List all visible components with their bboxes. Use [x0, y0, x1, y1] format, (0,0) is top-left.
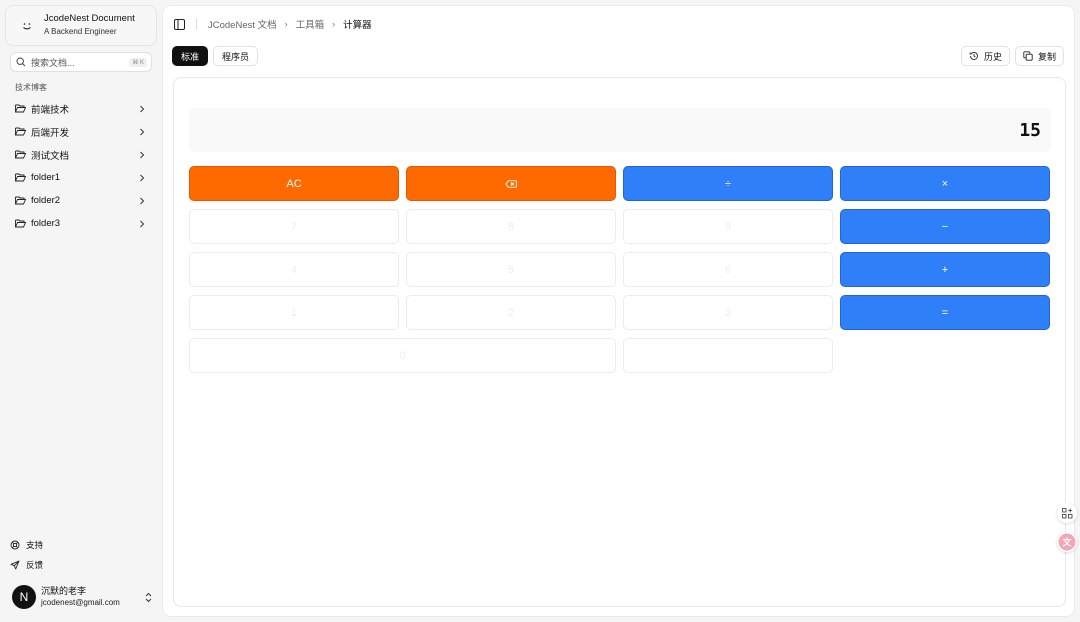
search-input[interactable]: 搜索文档... ⌘ K: [10, 52, 152, 72]
key-eight[interactable]: 8: [406, 209, 616, 244]
qr-grid-icon: [1061, 507, 1072, 518]
sidebar-item-label: 测试文档: [31, 150, 70, 162]
history-icon: [969, 52, 978, 60]
copy-icon: [1023, 51, 1033, 61]
sidebar-item-label: folder3: [31, 218, 61, 229]
tab-standard[interactable]: 标准: [172, 46, 209, 66]
sidebar-item-folder1[interactable]: folder1: [5, 166, 157, 189]
qr-widget-button[interactable]: [1057, 503, 1077, 523]
chevron-right-icon: [140, 220, 145, 227]
tab-programmer[interactable]: 程序员: [213, 46, 259, 66]
key-four[interactable]: 4: [189, 252, 399, 287]
folder-open-icon: [15, 173, 26, 182]
feedback-label: 反馈: [26, 560, 44, 570]
translate-icon: 文: [1058, 533, 1076, 551]
sidebar-item-label: folder1: [31, 172, 61, 183]
action-buttons: 历史 复制: [956, 46, 1064, 66]
user-email: jcodenest@gmail.com: [41, 598, 120, 607]
avatar: N: [12, 585, 36, 609]
breadcrumb-current: 计算器: [343, 20, 372, 31]
key-nine[interactable]: 9: [623, 209, 833, 244]
key-six[interactable]: 6: [623, 252, 833, 287]
backspace-icon: [505, 179, 517, 188]
chevron-right-icon: [140, 197, 145, 204]
sidebar-footer: 支持 反馈: [10, 535, 43, 575]
chevron-right-icon: [140, 128, 145, 135]
chevron-right-icon: [140, 174, 145, 181]
key-minus[interactable]: −: [840, 209, 1050, 244]
sidebar-item-label: 后端开发: [31, 127, 70, 139]
key-divide[interactable]: ÷: [623, 166, 833, 201]
translate-widget-button[interactable]: 文: [1057, 532, 1077, 552]
chevron-up-down-icon: [145, 592, 152, 602]
copy-label: 复制: [1037, 51, 1056, 62]
support-link[interactable]: 支持: [10, 535, 43, 555]
key-backspace[interactable]: [406, 166, 616, 201]
search-placeholder: 搜索文档...: [31, 57, 75, 68]
sidebar-item-folder2[interactable]: folder2: [5, 189, 157, 212]
breadcrumb-separator: ›: [332, 19, 336, 29]
copy-button[interactable]: 复制: [1014, 46, 1064, 66]
history-button[interactable]: 历史: [960, 46, 1010, 66]
main-panel: JCodeNest 文档 › 工具箱 › 计算器 标准 程序员 历史 复制 15…: [162, 5, 1075, 617]
search-shortcut: ⌘ K: [129, 57, 147, 67]
key-multiply[interactable]: ×: [840, 166, 1050, 201]
key-equals[interactable]: =: [840, 295, 1050, 330]
support-label: 支持: [26, 540, 44, 550]
brand-card[interactable]: JcodeNest Document A Backend Engineer: [5, 5, 157, 46]
sidebar-item-label: folder2: [31, 195, 61, 206]
lifebuoy-icon: [10, 540, 20, 550]
feedback-link[interactable]: 反馈: [10, 555, 43, 575]
user-name: 沉默的老李: [41, 586, 87, 596]
mode-tabs: 标准 程序员: [172, 46, 263, 66]
key-zero[interactable]: 0: [189, 338, 616, 373]
topbar-divider: [196, 18, 197, 30]
chevron-right-icon: [140, 151, 145, 158]
sidebar-item-frontend[interactable]: 前端技术: [5, 97, 157, 120]
breadcrumb-root[interactable]: JCodeNest 文档: [208, 17, 277, 31]
folder-open-icon: [15, 219, 26, 228]
key-two[interactable]: 2: [406, 295, 616, 330]
folder-open-icon: [15, 104, 26, 113]
key-seven[interactable]: 7: [189, 209, 399, 244]
breadcrumb-parent[interactable]: 工具箱: [296, 17, 325, 31]
history-label: 历史: [983, 51, 1002, 62]
sidebar: JcodeNest Document A Backend Engineer 搜索…: [0, 0, 162, 622]
sidebar-nav: 前端技术 后端开发 测试文档 folder1 folder2 folder3: [5, 97, 157, 235]
section-label: 技术博客: [15, 83, 47, 92]
folder-open-icon: [15, 196, 26, 205]
key-five[interactable]: 5: [406, 252, 616, 287]
svg-text:文: 文: [1061, 537, 1072, 549]
sidebar-item-backend[interactable]: 后端开发: [5, 120, 157, 143]
chevron-right-icon: [140, 105, 145, 112]
key-one[interactable]: 1: [189, 295, 399, 330]
calculator-display: 15: [189, 108, 1051, 152]
send-icon: [10, 560, 20, 570]
display-value: 15: [1019, 119, 1041, 141]
sidebar-toggle-icon[interactable]: [174, 18, 185, 30]
key-clear[interactable]: AC: [189, 166, 399, 201]
brand-title: JcodeNest Document: [44, 13, 135, 24]
key-dot[interactable]: .: [623, 338, 833, 373]
key-plus[interactable]: +: [840, 252, 1050, 287]
breadcrumb-separator: ›: [284, 19, 288, 29]
search-icon: [16, 57, 26, 67]
smile-logo-icon: [18, 17, 36, 35]
key-three[interactable]: 3: [623, 295, 833, 330]
sidebar-item-folder3[interactable]: folder3: [5, 212, 157, 235]
calculator: 15 AC ÷ × 7 8 9 − 4 5 6 + 1 2 3 = 0 .: [173, 77, 1066, 607]
sidebar-item-label: 前端技术: [31, 104, 70, 116]
folder-open-icon: [15, 150, 26, 159]
user-menu[interactable]: N 沉默的老李 jcodenest@gmail.com: [12, 585, 152, 609]
brand-subtitle: A Backend Engineer: [44, 27, 117, 36]
folder-open-icon: [15, 127, 26, 136]
sidebar-item-testing[interactable]: 测试文档: [5, 143, 157, 166]
topbar: JCodeNest 文档 › 工具箱 › 计算器: [163, 6, 1074, 42]
